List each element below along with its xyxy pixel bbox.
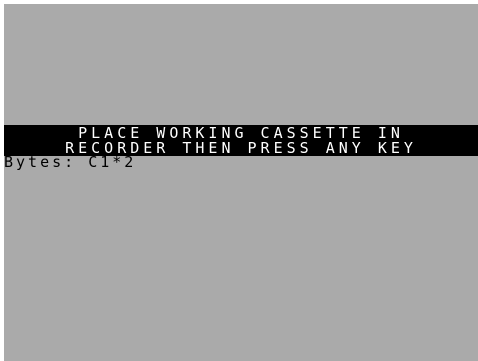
- bytes-status-line: Bytes: C1*2: [4, 153, 137, 171]
- emulator-screen[interactable]: PLACE WORKING CASSETTE IN RECORDER THEN …: [4, 4, 478, 361]
- cassette-prompt-banner: PLACE WORKING CASSETTE IN RECORDER THEN …: [4, 125, 478, 156]
